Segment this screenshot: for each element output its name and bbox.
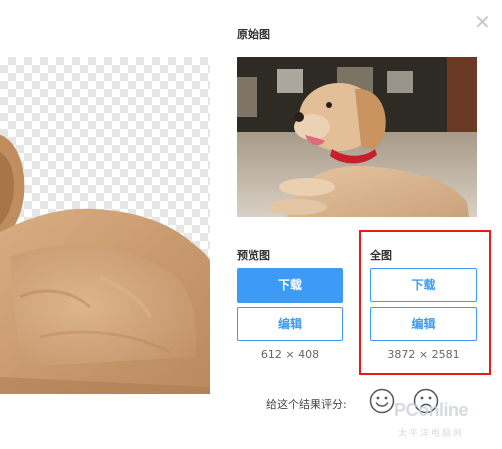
watermark-sub: 太平洋电脑网 bbox=[398, 429, 465, 439]
preview-download-button[interactable]: 下载 bbox=[237, 268, 343, 303]
preview-size: 612 × 408 bbox=[260, 348, 320, 361]
close-icon[interactable]: ✕ bbox=[474, 12, 491, 32]
watermark-brand: PConline bbox=[394, 400, 469, 420]
cutout-result-image bbox=[0, 57, 210, 394]
preview-edit-button[interactable]: 编辑 bbox=[237, 307, 343, 341]
dog-cutout-graphic bbox=[0, 135, 210, 394]
pconline-watermark: PConline 太平洋电脑网 bbox=[394, 400, 498, 440]
original-photo-graphic bbox=[237, 57, 477, 217]
rating-prompt: 给这个结果评分: bbox=[266, 398, 347, 411]
preview-title: 预览图 bbox=[237, 249, 270, 262]
full-image-highlight-box bbox=[359, 230, 491, 375]
original-title: 原始图 bbox=[237, 28, 270, 41]
smile-icon[interactable] bbox=[369, 388, 395, 414]
original-image bbox=[237, 57, 477, 217]
